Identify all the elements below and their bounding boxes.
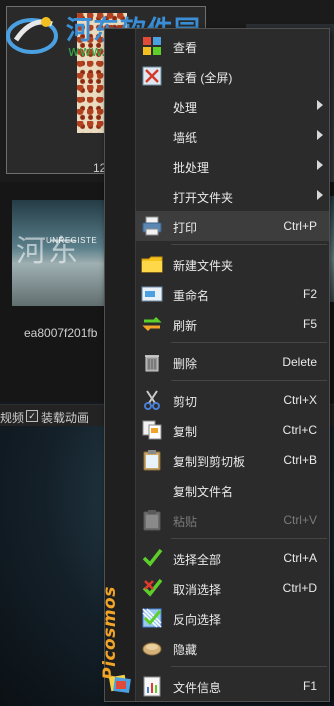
menu-side-strip: Picosmos — [100, 29, 136, 701]
menu-item-label: 打印 — [173, 221, 198, 235]
menu-separator — [171, 244, 327, 245]
menu-item-label: 重命名 — [173, 289, 210, 303]
menu-separator — [171, 538, 327, 539]
bottombar-label: 规频 — [0, 411, 25, 425]
menu-item-refresh[interactable]: 刷新 F5 — [135, 309, 329, 339]
submenu-arrow-icon — [317, 100, 323, 110]
menu-item-open-folder[interactable]: 打开文件夹 — [135, 181, 329, 211]
copy-icon — [142, 420, 162, 440]
menu-item-hide[interactable]: 隐藏 — [135, 633, 329, 663]
thumbnail-2-caption: ea8007f201fb — [24, 326, 98, 340]
menu-item-copy-filename[interactable]: 复制文件名 — [135, 475, 329, 505]
trash-icon — [145, 355, 159, 372]
menu-item-label: 复制 — [173, 425, 198, 439]
menu-item-label: 反向选择 — [173, 613, 222, 627]
menu-item-print[interactable]: 打印 Ctrl+P — [135, 211, 329, 241]
menu-item-shortcut: Delete — [282, 355, 317, 369]
menu-item-label: 刷新 — [173, 319, 198, 333]
menu-item-label: 复制文件名 — [173, 485, 234, 499]
printer-icon — [142, 216, 162, 236]
menu-item-label: 查看 (全屏) — [173, 71, 233, 85]
menu-item-label: 复制到剪切板 — [173, 455, 246, 469]
menu-item-label: 选择全部 — [173, 553, 222, 567]
fullscreen-icon — [142, 66, 162, 86]
menu-item-shortcut: F2 — [302, 287, 317, 301]
menu-item-label: 查看 — [173, 41, 198, 55]
menu-item-deselect[interactable]: 取消选择 Ctrl+D — [135, 573, 329, 603]
thumbnail-2-overlay-text: 河东 — [16, 234, 80, 269]
menu-item-label: 处理 — [173, 101, 198, 115]
check-icon — [142, 548, 163, 567]
menu-item-label: 删除 — [173, 357, 198, 371]
menu-item-select-all[interactable]: 选择全部 Ctrl+A — [135, 543, 329, 573]
paste-icon — [143, 510, 161, 531]
load-animation-label[interactable]: 装载动画 — [41, 409, 89, 426]
menu-item-shortcut: Ctrl+X — [283, 393, 317, 407]
hide-icon — [142, 642, 162, 656]
menu-item-delete[interactable]: 删除 Delete — [135, 347, 329, 377]
menu-item-process[interactable]: 处理 — [135, 91, 329, 121]
menu-item-label: 打开文件夹 — [173, 191, 234, 205]
menu-item-copy-to-clipboard[interactable]: 复制到剪切板 Ctrl+B — [135, 445, 329, 475]
refresh-icon — [142, 316, 162, 332]
submenu-arrow-icon — [317, 190, 323, 200]
submenu-arrow-icon — [317, 160, 323, 170]
context-menu: Picosmos 查看 查看 (全屏) 处理 墙纸 批处理 打开文件夹 打印 C… — [100, 28, 330, 702]
menu-item-label: 新建文件夹 — [173, 259, 234, 273]
menu-item-invert-selection[interactable]: 反向选择 — [135, 603, 329, 633]
file-info-icon — [143, 676, 161, 697]
menu-item-label: 剪切 — [173, 395, 198, 409]
thumbnail-2-unregistered-text: UNREGISTE — [46, 236, 98, 245]
menu-item-shortcut: F5 — [302, 317, 317, 331]
load-animation-checkbox[interactable]: ✓ — [26, 410, 38, 422]
menu-item-shortcut: Ctrl+D — [282, 581, 317, 595]
scissors-icon — [144, 390, 160, 410]
menu-brand-label: Picosmos — [100, 586, 120, 680]
clipboard-icon — [143, 450, 161, 471]
folder-icon — [141, 256, 163, 273]
menu-item-label: 文件信息 — [173, 681, 222, 695]
menu-item-batch[interactable]: 批处理 — [135, 151, 329, 181]
menu-item-paste[interactable]: 粘贴 Ctrl+V — [135, 505, 329, 535]
menu-item-label: 批处理 — [173, 161, 210, 175]
menu-item-shortcut: Ctrl+V — [283, 513, 317, 527]
menu-item-label: 墙纸 — [173, 131, 198, 145]
menu-item-shortcut: Ctrl+A — [283, 551, 317, 565]
menu-item-view-fullscreen[interactable]: 查看 (全屏) — [135, 61, 329, 91]
rename-icon — [141, 286, 163, 302]
menu-item-cut[interactable]: 剪切 Ctrl+X — [135, 385, 329, 415]
menu-item-label: 粘贴 — [173, 515, 198, 529]
menu-item-file-info[interactable]: 文件信息 F1 — [135, 671, 329, 701]
menu-item-rename[interactable]: 重命名 F2 — [135, 279, 329, 309]
uncheck-icon — [142, 578, 163, 597]
invert-selection-icon — [142, 608, 162, 628]
menu-separator — [171, 666, 327, 667]
submenu-arrow-icon — [317, 130, 323, 140]
menu-item-shortcut: Ctrl+B — [283, 453, 317, 467]
picosmos-app-icon — [108, 674, 131, 694]
menu-item-shortcut: F1 — [302, 679, 317, 693]
menu-separator — [171, 342, 327, 343]
menu-item-view[interactable]: 查看 — [135, 31, 329, 61]
menu-item-shortcut: Ctrl+C — [282, 423, 317, 437]
view-icon — [143, 37, 161, 55]
menu-separator — [171, 380, 327, 381]
menu-item-shortcut: Ctrl+P — [283, 219, 317, 233]
watermark-logo-icon — [6, 17, 58, 54]
menu-item-wallpaper[interactable]: 墙纸 — [135, 121, 329, 151]
menu-item-label: 隐藏 — [173, 643, 198, 657]
menu-item-new-folder[interactable]: 新建文件夹 — [135, 249, 329, 279]
menu-item-label: 取消选择 — [173, 583, 222, 597]
menu-item-copy[interactable]: 复制 Ctrl+C — [135, 415, 329, 445]
